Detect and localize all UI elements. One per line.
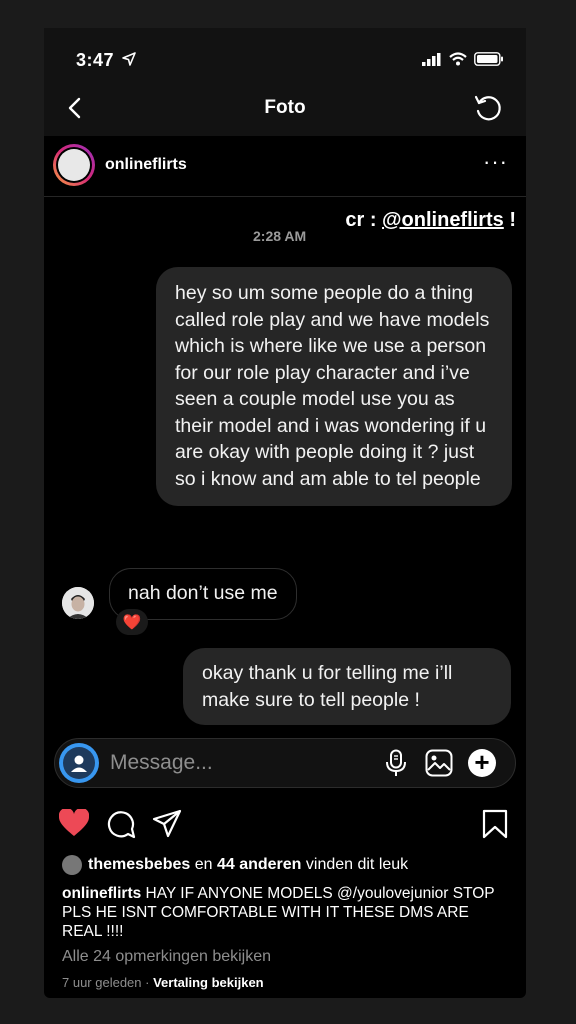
status-time: 3:47 — [76, 50, 115, 70]
post-age: 7 uur geleden — [62, 975, 142, 990]
location-arrow-icon — [122, 52, 136, 66]
liker-username[interactable]: themesbebes — [88, 856, 190, 873]
comment-icon[interactable] — [106, 809, 136, 839]
camera-icon — [59, 743, 99, 783]
translate-link[interactable]: Vertaling bekijken — [153, 975, 264, 990]
post-actions — [44, 805, 526, 845]
wifi-icon — [449, 52, 467, 66]
sender-avatar — [62, 587, 94, 619]
page-title: Foto — [264, 97, 306, 118]
heart-reaction: ❤️ — [116, 609, 148, 635]
heart-icon[interactable] — [59, 809, 89, 837]
view-comments-link[interactable]: Alle 24 opmerkingen bekijken — [62, 948, 271, 966]
message-timestamp: 2:28 AM — [253, 228, 307, 244]
battery-icon — [474, 52, 503, 66]
refresh-icon[interactable] — [472, 92, 504, 124]
mic-icon — [386, 749, 406, 776]
post-username[interactable]: onlineflirts — [105, 156, 187, 174]
likes-count[interactable]: 44 anderen — [217, 856, 301, 873]
gallery-icon — [425, 749, 453, 777]
post-header: onlineflirts ··· — [44, 136, 526, 197]
photo-credit: cr : @onlineflirts ! — [345, 209, 516, 231]
more-icon[interactable]: ··· — [483, 151, 508, 173]
signal-icon — [422, 52, 441, 66]
post-meta: 7 uur geleden · Vertaling bekijken — [62, 975, 264, 990]
message-composer: Message... + — [54, 738, 516, 788]
profile-avatar[interactable] — [53, 144, 95, 186]
post-caption: onlineflirts HAY IF ANYONE MODELS @/youl… — [62, 884, 512, 941]
status-bar: 3:47 — [44, 28, 526, 88]
nav-bar: Foto — [44, 80, 526, 136]
post-photo: cr : @onlineflirts ! 2:28 AM hey so um s… — [44, 197, 526, 797]
caption-username[interactable]: onlineflirts — [62, 885, 141, 902]
plus-icon: + — [468, 749, 496, 777]
message-input: Message... — [110, 751, 213, 774]
credit-handle: @onlineflirts — [382, 209, 504, 231]
sent-message-bubble: okay thank u for telling me i’ll make su… — [183, 648, 511, 725]
sent-message-bubble: hey so um some people do a thing called … — [156, 267, 512, 506]
share-icon[interactable] — [152, 809, 182, 839]
likes-summary: themesbebes en 44 anderen vinden dit leu… — [62, 855, 408, 875]
bookmark-icon[interactable] — [482, 809, 508, 839]
liker-avatar — [62, 855, 82, 875]
